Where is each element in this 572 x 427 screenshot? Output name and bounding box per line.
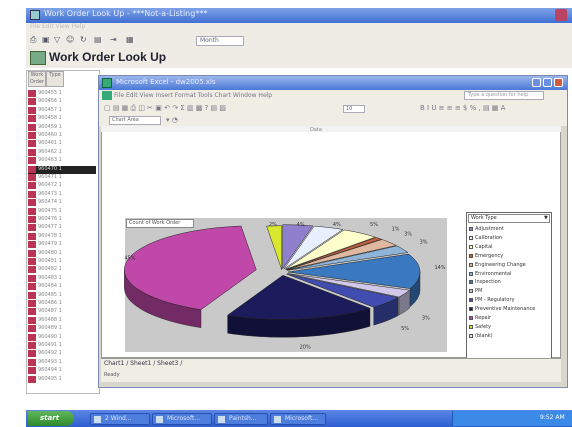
- data-label: 20%: [300, 345, 311, 351]
- status-text: Ready: [104, 372, 120, 378]
- data-label: 1%: [392, 227, 400, 233]
- legend-label: Inspection: [475, 279, 501, 286]
- legend-swatch: [469, 253, 473, 258]
- data-label: 14%: [434, 265, 445, 271]
- legend-label: PM: [475, 288, 483, 295]
- data-label: 5%: [401, 326, 409, 332]
- data-label: 4%: [333, 222, 341, 228]
- legend-swatch: [469, 307, 473, 312]
- start-label: start: [40, 414, 60, 422]
- sheet-tabs[interactable]: Chart1 / Sheet1 / Sheet3 /: [104, 360, 182, 367]
- legend-swatch: [469, 324, 473, 329]
- legend-label: Emergency: [475, 252, 504, 259]
- paint-icon: [218, 416, 225, 423]
- legend-swatch: [469, 298, 473, 303]
- legend-label: Preventive Maintenance: [475, 306, 536, 313]
- legend-swatch: [469, 244, 473, 249]
- legend-swatch: [469, 280, 473, 285]
- legend-label: Safety: [475, 323, 491, 330]
- taskbar-button-3[interactable]: Paintsh...: [214, 413, 268, 425]
- data-label: 2%: [269, 222, 277, 228]
- clock: 9:52 AM: [540, 414, 565, 421]
- legend-label: Environmental: [475, 270, 512, 277]
- data-label: 3%: [420, 239, 428, 245]
- window-icon: [94, 416, 101, 423]
- legend-label: Repair: [475, 315, 492, 321]
- window-icon: [274, 416, 281, 423]
- data-label: 5%: [370, 222, 378, 228]
- data-label: 45%: [124, 256, 135, 262]
- chevron-down-icon[interactable]: ▼: [544, 215, 548, 221]
- data-label: 3%: [422, 315, 430, 321]
- data-label: 4%: [297, 222, 305, 228]
- taskbar-button-4[interactable]: Microsoft...: [270, 413, 326, 425]
- taskbar-button-1[interactable]: 2 Wind...: [90, 413, 150, 425]
- legend-label: (blank): [475, 332, 493, 339]
- legend-swatch: [469, 235, 473, 240]
- excel-icon: [156, 416, 163, 423]
- legend-label: Calibration: [475, 234, 503, 241]
- excel-status-bar: [101, 370, 561, 382]
- legend-swatch: [469, 333, 473, 338]
- taskbar-button-2[interactable]: Microsoft...: [152, 413, 212, 425]
- legend-label: PM - Regulatory: [475, 297, 515, 304]
- legend-label: Engineering Change: [475, 261, 526, 268]
- data-label: 3%: [404, 231, 412, 237]
- legend-swatch: [469, 316, 473, 320]
- legend-title[interactable]: Work Type: [468, 214, 550, 223]
- screenshot-frame: Work Order Look Up - ***Not-a-Listing***…: [0, 0, 572, 427]
- legend-label: Capital: [475, 243, 493, 250]
- legend-swatch: [469, 289, 473, 294]
- pie-slice[interactable]: [266, 225, 283, 270]
- legend-swatch: [469, 271, 473, 276]
- legend-swatch: [469, 227, 473, 231]
- legend-label: Adjustment: [475, 226, 504, 232]
- legend-swatch: [469, 262, 473, 267]
